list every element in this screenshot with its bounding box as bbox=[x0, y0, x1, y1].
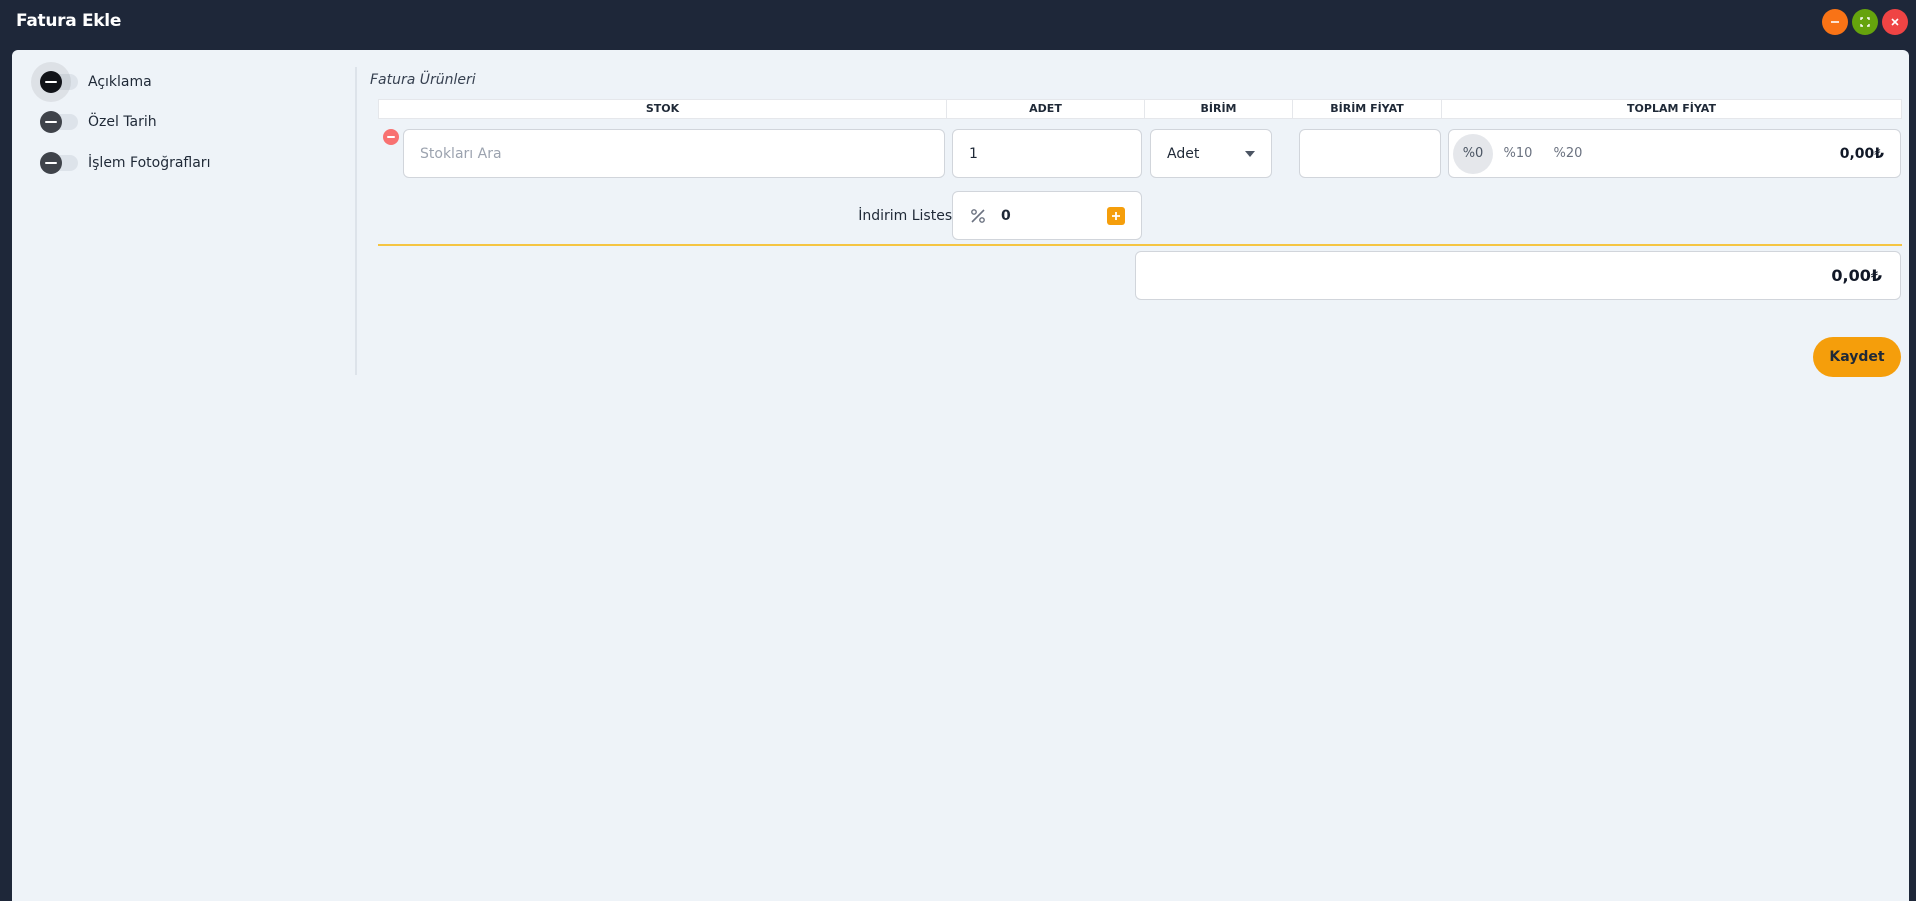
toggle-switch[interactable] bbox=[40, 152, 78, 174]
toggle-label: Özel Tarih bbox=[88, 114, 157, 130]
chevron-down-icon bbox=[1245, 150, 1255, 157]
toggle-aciklama[interactable]: Açıklama bbox=[40, 69, 152, 95]
vat-option-10[interactable]: %10 bbox=[1493, 134, 1543, 174]
toggle-knob bbox=[40, 152, 62, 174]
save-button[interactable]: Kaydet bbox=[1813, 337, 1901, 377]
close-icon bbox=[1891, 18, 1899, 26]
minimize-icon bbox=[1831, 21, 1839, 23]
unit-select[interactable]: Adet bbox=[1150, 129, 1272, 178]
discount-value: 0 bbox=[1001, 207, 1011, 224]
toggle-label: İşlem Fotoğrafları bbox=[88, 155, 211, 171]
maximize-icon bbox=[1860, 17, 1870, 27]
toggle-switch[interactable] bbox=[40, 111, 78, 133]
remove-row-button[interactable] bbox=[383, 129, 399, 145]
toggle-ozel-tarih[interactable]: Özel Tarih bbox=[40, 109, 157, 135]
row-total-value: 0,00₺ bbox=[1839, 145, 1884, 162]
minimize-button[interactable] bbox=[1822, 9, 1848, 35]
table-header: STOK ADET BİRİM BİRİM FİYAT TOPLAM FİYAT bbox=[378, 99, 1902, 119]
maximize-button[interactable] bbox=[1852, 9, 1878, 35]
toggle-knob bbox=[40, 71, 62, 93]
unit-price-field[interactable] bbox=[1299, 129, 1441, 178]
column-header-adet: ADET bbox=[947, 100, 1145, 118]
vat-option-20[interactable]: %20 bbox=[1543, 134, 1593, 174]
quantity-field[interactable] bbox=[952, 129, 1142, 178]
total-divider bbox=[378, 244, 1902, 246]
column-header-birim: BİRİM bbox=[1145, 100, 1293, 118]
minus-icon bbox=[387, 136, 395, 138]
plus-icon bbox=[1112, 211, 1120, 220]
toggle-islem-fotograflari[interactable]: İşlem Fotoğrafları bbox=[40, 150, 211, 176]
section-divider bbox=[355, 67, 357, 375]
close-button[interactable] bbox=[1882, 9, 1908, 35]
column-header-toplam-fiyat: TOPLAM FİYAT bbox=[1627, 102, 1716, 115]
column-header-stok: STOK bbox=[379, 100, 947, 118]
section-title: Fatura Ürünleri bbox=[370, 72, 476, 88]
unit-price-input[interactable] bbox=[1300, 130, 1440, 177]
vat-option-0[interactable]: %0 bbox=[1453, 133, 1493, 174]
window-titlebar: Fatura Ekle bbox=[0, 0, 1916, 43]
invoice-panel: Açıklama Özel Tarih İşlem Fotoğrafları F… bbox=[12, 50, 1909, 901]
add-discount-button[interactable] bbox=[1107, 206, 1125, 225]
column-header-birim-fiyat: BİRİM FİYAT bbox=[1293, 100, 1442, 118]
window-title: Fatura Ekle bbox=[16, 11, 122, 31]
toggle-knob bbox=[40, 111, 62, 133]
toggle-label: Açıklama bbox=[88, 74, 152, 90]
total-price-field: %0 %10 %20 0,00₺ bbox=[1448, 129, 1901, 178]
toggle-switch[interactable] bbox=[40, 71, 78, 93]
stock-search-input[interactable] bbox=[404, 130, 944, 177]
quantity-input[interactable] bbox=[953, 130, 1141, 177]
unit-select-value: Adet bbox=[1167, 145, 1200, 162]
percent-icon bbox=[971, 208, 985, 223]
grand-total-field: 0,00₺ bbox=[1135, 251, 1901, 300]
discount-field[interactable]: 0 bbox=[952, 191, 1142, 240]
stock-search-field[interactable] bbox=[403, 129, 945, 178]
discount-label: İndirim Listesi bbox=[858, 208, 956, 224]
